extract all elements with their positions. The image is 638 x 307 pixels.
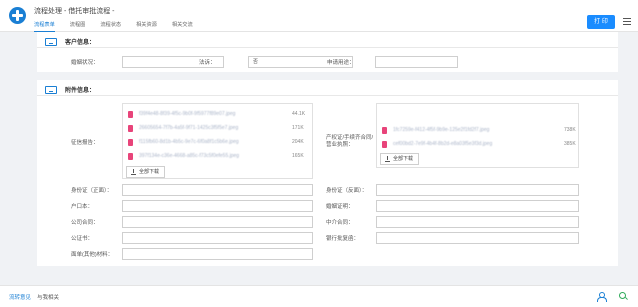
id-back-label: 身份证（反面）： bbox=[326, 188, 368, 194]
image-file-icon bbox=[382, 141, 387, 148]
agency-contract-field[interactable] bbox=[376, 216, 579, 228]
file-item[interactable]: 397f134e-c36e-4668-a85c-f73c5f0efe55.jpe… bbox=[128, 153, 317, 161]
print-button[interactable]: 打 印 bbox=[587, 15, 615, 29]
credit-report-label: 征信报告： bbox=[71, 140, 99, 146]
image-file-icon bbox=[128, 125, 133, 132]
tab-bar: 流程表单 流程图 流程状态 相关资源 相关交流 bbox=[34, 21, 208, 32]
file-item[interactable]: f39f4e48-8f39-4f5c-9b0f-9f5977f89e07.jpe… bbox=[128, 111, 317, 119]
agency-contract-label: 中介合同： bbox=[326, 220, 354, 226]
notarial-certificate-label: 公证书： bbox=[71, 236, 94, 242]
customer-section-title: 客户信息： bbox=[65, 40, 96, 46]
marriage-certificate-field[interactable] bbox=[376, 200, 579, 212]
form-content[interactable]: 客户信息： 婚姻状况： 法诉： 否 申请用途： 附件信息： 征信报告： f39f… bbox=[0, 32, 638, 285]
marital-status-label: 婚姻状况： bbox=[71, 60, 99, 66]
tab-related-to-me[interactable]: 与我相关 bbox=[37, 293, 59, 301]
purpose-label: 申请用途： bbox=[327, 60, 355, 66]
download-icon bbox=[131, 169, 136, 175]
marriage-certificate-label: 婚姻证明： bbox=[326, 204, 354, 210]
image-file-icon bbox=[128, 111, 133, 118]
user-icon[interactable] bbox=[597, 292, 607, 302]
menu-icon[interactable] bbox=[623, 18, 631, 26]
file-item[interactable]: 1fc7259e-f412-4f5f-9b9e-125e2f1fd2f7.jpe… bbox=[382, 127, 583, 135]
collapse-icon[interactable] bbox=[45, 85, 57, 94]
file-item[interactable]: 26605654-7f7b-4a5f-9f71-1425c3f5f5e7.jpe… bbox=[128, 125, 317, 133]
attachment-section-title: 附件信息： bbox=[65, 88, 96, 94]
app-header: 流程处理 - 借托审批流程 - 流程表单 流程图 流程状态 相关资源 相关交流 … bbox=[0, 0, 638, 32]
purpose-field[interactable] bbox=[375, 56, 458, 68]
bank-approval-label: 银行批复函： bbox=[326, 236, 360, 242]
download-icon bbox=[385, 156, 390, 162]
other-materials-field[interactable] bbox=[122, 248, 313, 260]
bottom-bar: 流转意见 与我相关 bbox=[0, 285, 638, 307]
id-back-field[interactable] bbox=[376, 184, 579, 196]
attachment-section: 附件信息： 征信报告： f39f4e48-8f39-4f5c-9b0f-9f59… bbox=[37, 80, 618, 266]
download-all-button[interactable]: 全部下载 bbox=[126, 166, 166, 178]
collapse-icon[interactable] bbox=[45, 37, 57, 46]
property-docs-files: 1fc7259e-f412-4f5f-9b9e-125e2f1fd2f7.jpe… bbox=[376, 103, 579, 168]
image-file-icon bbox=[128, 153, 133, 160]
household-register-field[interactable] bbox=[122, 200, 313, 212]
file-item[interactable]: cef00bd2-7e9f-4b4f-8b2d-e8a03f5e3f3d.jpe… bbox=[382, 141, 583, 149]
tab-circulation-opinions[interactable]: 流转意见 bbox=[9, 293, 31, 301]
page-title: 流程处理 - 借托审批流程 - bbox=[34, 8, 115, 15]
tab-flowchart[interactable]: 流程图 bbox=[70, 21, 86, 32]
tab-form[interactable]: 流程表单 bbox=[34, 21, 55, 32]
tab-resources[interactable]: 相关资源 bbox=[136, 21, 157, 32]
property-docs-label: 产权证/手续齐合同/营业执照： bbox=[326, 135, 374, 148]
tab-discussion[interactable]: 相关交流 bbox=[172, 21, 193, 32]
app-logo-icon bbox=[9, 7, 26, 24]
household-register-label: 户口本： bbox=[71, 204, 94, 210]
bank-approval-field[interactable] bbox=[376, 232, 579, 244]
divider bbox=[37, 47, 618, 48]
file-item[interactable]: f115fb60-8d1b-4b5c-9e7c-6f0a8f1c5b6e.jpe… bbox=[128, 139, 317, 147]
customer-section: 客户信息： 婚姻状况： 法诉： 否 申请用途： bbox=[37, 32, 618, 72]
company-contract-label: 公司合同： bbox=[71, 220, 99, 226]
image-file-icon bbox=[382, 127, 387, 134]
search-icon[interactable] bbox=[619, 292, 628, 301]
credit-report-files: f39f4e48-8f39-4f5c-9b0f-9f5977f89e07.jpe… bbox=[122, 103, 313, 179]
divider bbox=[37, 95, 618, 96]
id-front-label: 身份证（正面）： bbox=[71, 188, 113, 194]
other-materials-label: 面单(其他)材料： bbox=[71, 252, 114, 258]
image-file-icon bbox=[128, 139, 133, 146]
id-front-field[interactable] bbox=[122, 184, 313, 196]
lawsuit-label: 法诉： bbox=[199, 60, 216, 66]
download-all-button[interactable]: 全部下载 bbox=[380, 153, 420, 165]
tab-status[interactable]: 流程状态 bbox=[100, 21, 121, 32]
company-contract-field[interactable] bbox=[122, 216, 313, 228]
notarial-certificate-field[interactable] bbox=[122, 232, 313, 244]
